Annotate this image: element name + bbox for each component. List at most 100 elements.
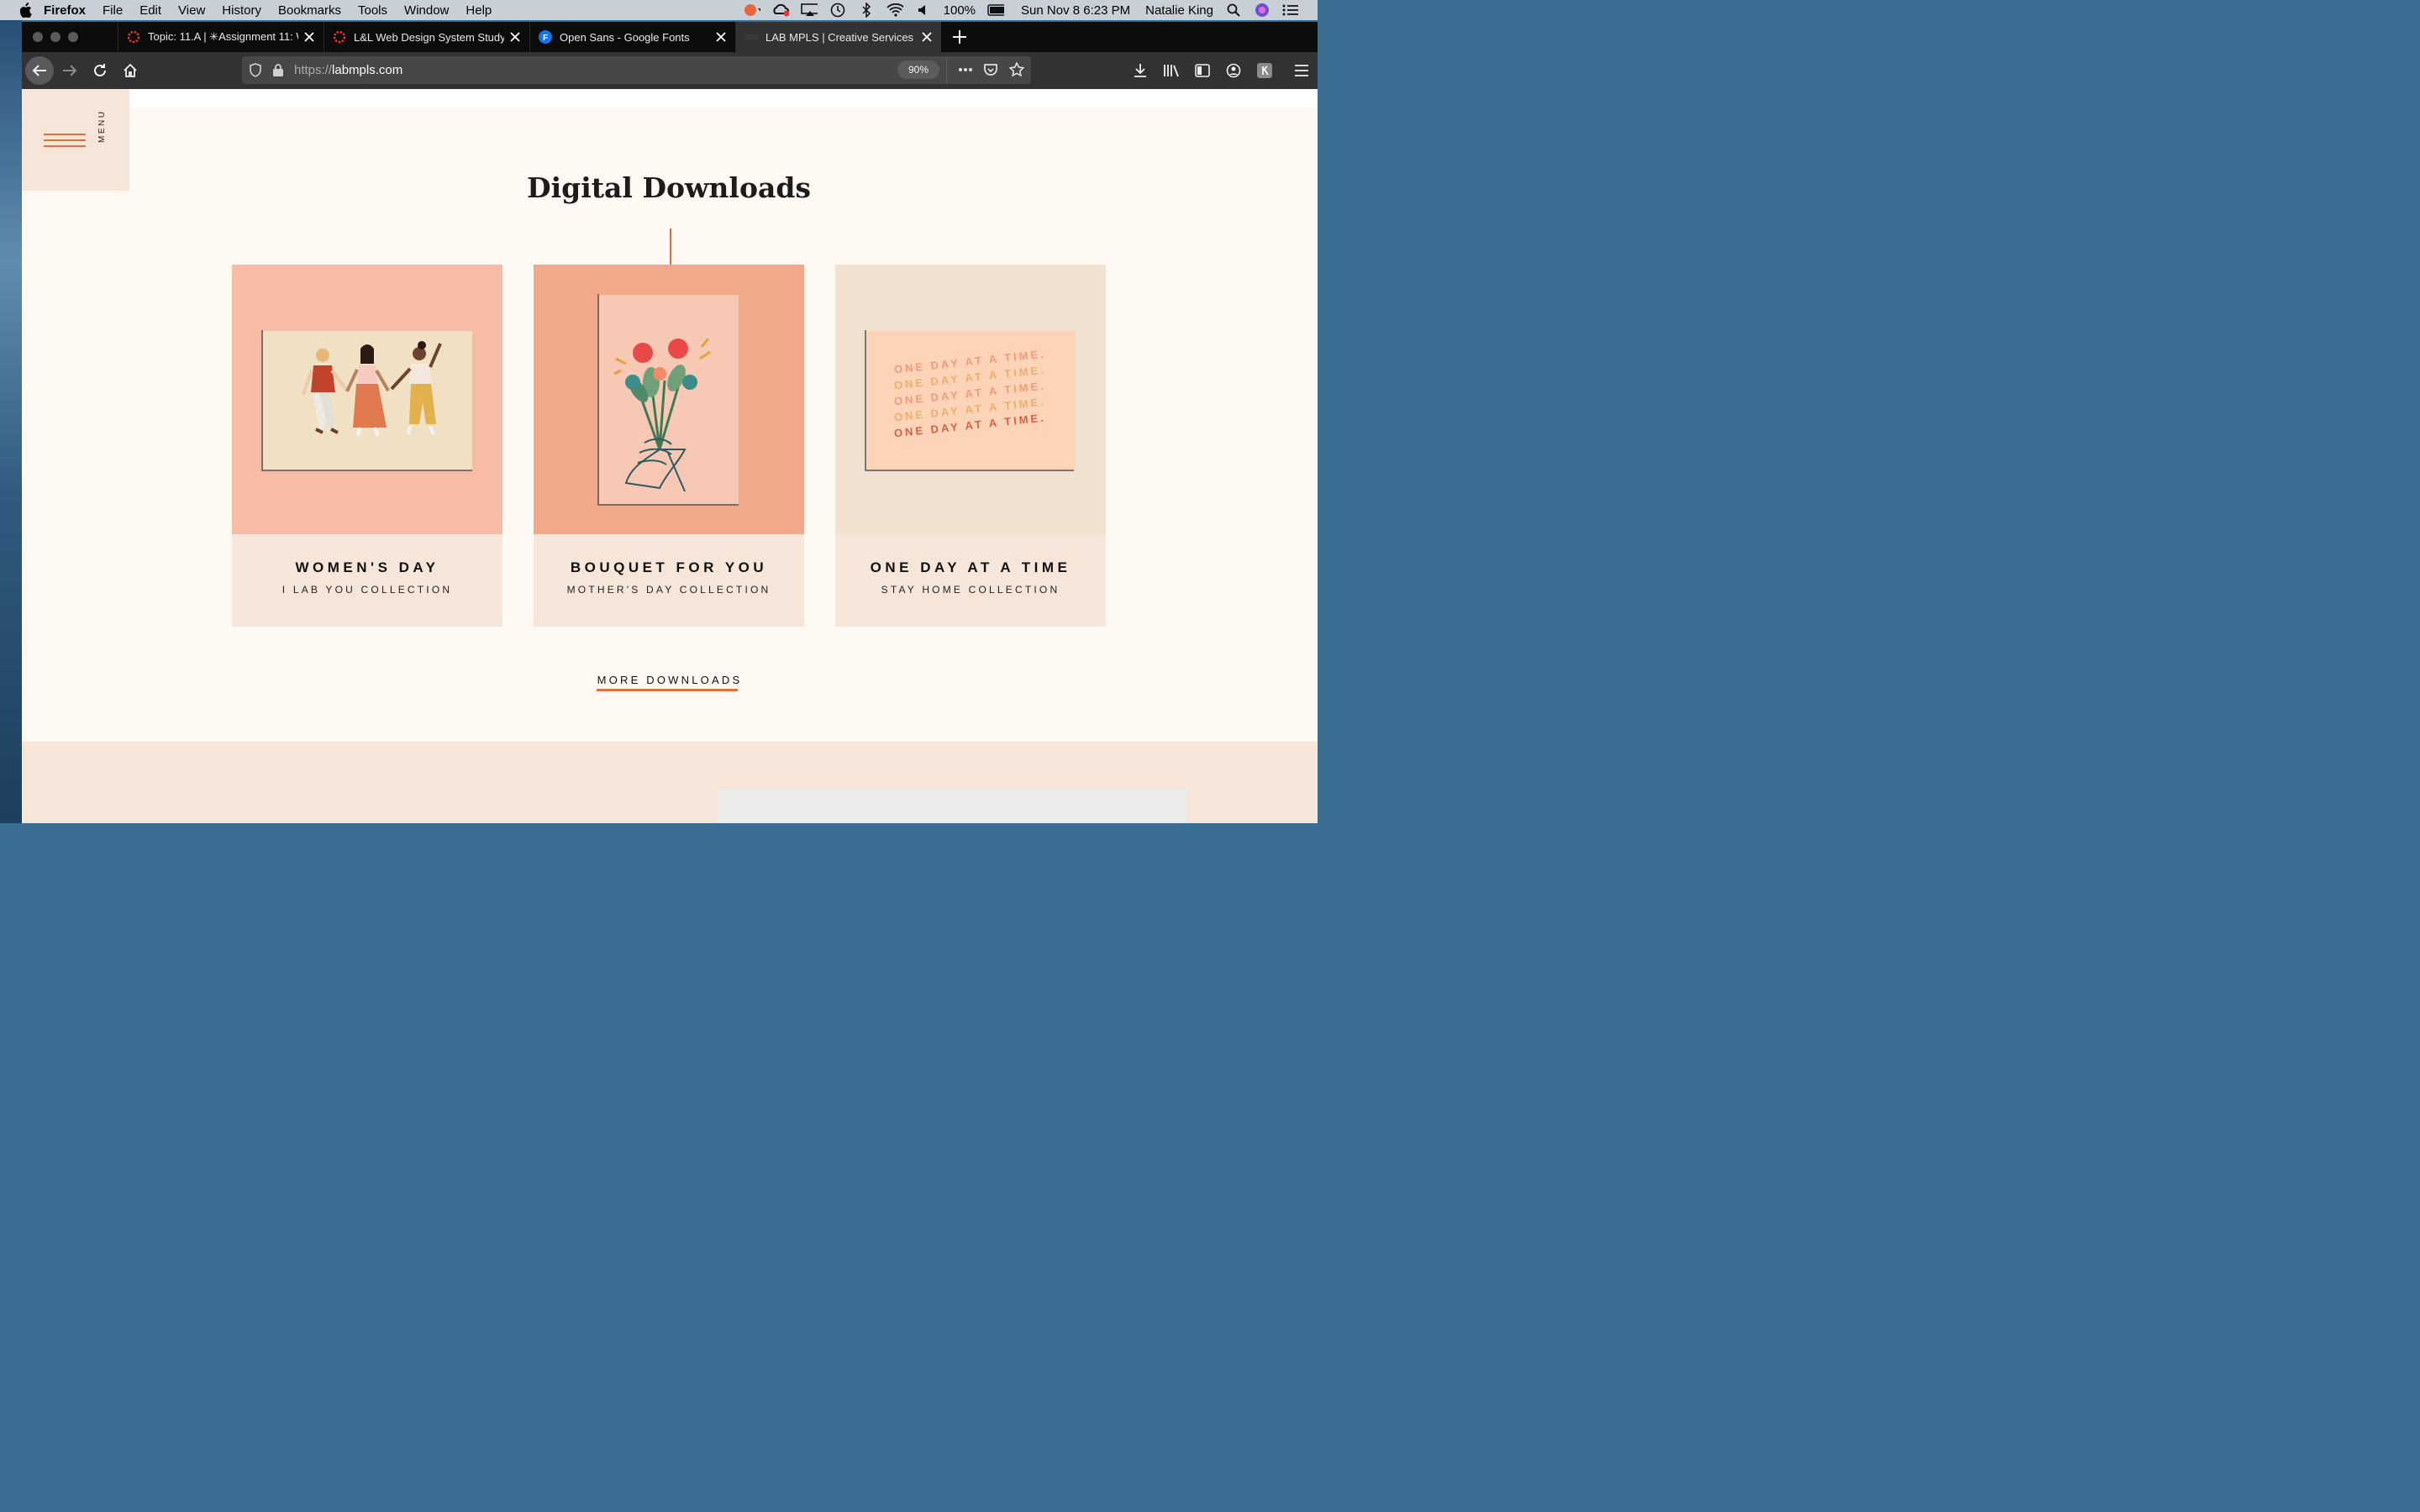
account-button[interactable] [1219,56,1248,85]
creative-cloud-icon[interactable] [772,3,789,17]
close-tab-icon[interactable] [509,31,521,43]
tab-strip: Topic: 11.A | ✳Assignment 11: W L&L Web … [22,22,1318,52]
arrow-left-icon [32,65,46,76]
card-artwork [232,265,502,534]
user-name[interactable]: Natalie King [1145,3,1213,18]
battery-percent: 100% [943,3,976,18]
desktop-wallpaper [0,20,22,823]
card-subtitle: I LAB YOU COLLECTION [281,584,453,596]
card-caption: BOUQUET FOR YOU MOTHER'S DAY COLLECTION [534,534,804,627]
menu-tools[interactable]: Tools [358,3,387,18]
card-title: BOUQUET FOR YOU [570,559,768,575]
menu-help[interactable]: Help [466,3,492,18]
zoom-level-badge[interactable]: 90% [897,60,939,79]
svg-text:F: F [543,34,548,43]
bookmark-star-icon[interactable] [1009,62,1024,77]
download-card-bouquet[interactable]: BOUQUET FOR YOU MOTHER'S DAY COLLECTION [534,265,804,627]
download-card-womens-day[interactable]: WOMEN'S DAY I LAB YOU COLLECTION [232,265,502,627]
card-subtitle: MOTHER'S DAY COLLECTION [566,584,771,596]
volume-icon[interactable] [915,3,932,17]
section-title: Digital Downloads [526,171,812,204]
card-artwork [534,265,804,534]
more-actions-icon[interactable] [958,66,973,74]
lab-icon [744,34,758,39]
tab-title: LAB MPLS | Creative Services | [765,30,916,44]
home-icon [124,63,137,77]
tab-web-design-study[interactable]: L&L Web Design System Study [324,22,529,52]
extension-status-icon[interactable] [744,3,760,17]
card-caption: ONE DAY AT A TIME STAY HOME COLLECTION [835,534,1106,627]
toolbar-right [1123,52,1318,89]
card-artwork: ONE DAY AT A TIME. ONE DAY AT A TIME. ON… [835,265,1106,534]
hamburger-icon [1295,65,1308,76]
reload-button[interactable] [86,56,114,85]
close-tab-icon[interactable] [921,31,933,43]
url-host: labmpls.com [332,63,403,77]
bouquet-illustration [597,294,739,506]
menu-bookmarks[interactable]: Bookmarks [278,3,341,18]
os-menubar: Firefox File Edit View History Bookmarks… [0,0,1318,20]
menu-file[interactable]: File [103,3,123,18]
clock[interactable]: Sun Nov 8 6:23 PM [1021,3,1130,18]
one-day-at-a-time-illustration: ONE DAY AT A TIME. ONE DAY AT A TIME. ON… [865,330,1076,471]
home-button[interactable] [116,56,145,85]
canvas-icon [333,30,346,44]
battery-icon[interactable] [987,3,1005,17]
next-section-placeholder [717,789,1187,823]
forward-button[interactable] [55,56,84,85]
tab-lab-mpls[interactable]: LAB MPLS | Creative Services | [735,22,941,52]
card-subtitle: STAY HOME COLLECTION [881,584,1060,596]
menu-edit[interactable]: Edit [139,3,161,18]
menu-history[interactable]: History [222,3,261,18]
womens-day-illustration [261,330,472,471]
library-icon [1164,65,1179,77]
url-scheme: https:// [294,63,333,77]
new-tab-button[interactable] [941,22,978,52]
close-tab-icon[interactable] [303,31,315,43]
apple-icon[interactable] [18,3,34,18]
close-tab-icon[interactable] [715,31,727,43]
download-icon [1134,64,1146,77]
arrow-right-icon [63,65,77,76]
bluetooth-icon[interactable] [858,3,875,18]
siri-icon[interactable] [1254,3,1270,17]
window-controls [22,22,118,52]
menu-label: MENU [97,109,107,143]
extension-icon [1257,63,1272,78]
download-card-one-day[interactable]: ONE DAY AT A TIME. ONE DAY AT A TIME. ON… [835,265,1106,627]
menu-window[interactable]: Window [404,3,449,18]
sidebar-icon [1195,64,1210,77]
time-machine-icon[interactable] [829,3,846,18]
wifi-icon[interactable] [886,3,903,17]
link-underline [597,689,738,691]
sidebar-button[interactable] [1188,56,1217,85]
lock-icon[interactable] [272,63,284,77]
extension-button[interactable] [1250,56,1279,85]
tab-google-fonts[interactable]: F Open Sans - Google Fonts [529,22,735,52]
pocket-icon[interactable] [983,62,998,77]
site-menu-button[interactable]: MENU [22,89,129,191]
back-button[interactable] [25,56,54,85]
menu-view[interactable]: View [178,3,205,18]
app-menu-button[interactable] [1287,56,1316,85]
google-fonts-icon: F [539,30,552,44]
tab-topic-assignment[interactable]: Topic: 11.A | ✳Assignment 11: W [118,22,324,52]
close-window-button[interactable] [33,32,43,42]
zoom-window-button[interactable] [68,32,78,42]
tab-title: L&L Web Design System Study [354,30,504,44]
notification-center-icon[interactable] [1282,3,1299,17]
tab-title: Topic: 11.A | ✳Assignment 11: W [148,30,298,43]
account-icon [1226,63,1241,78]
address-bar[interactable]: https://labmpls.com 90% [242,56,1031,84]
spotlight-search-icon[interactable] [1225,3,1242,17]
address-divider [946,56,947,84]
airplay-icon[interactable] [800,3,818,17]
more-downloads-link[interactable]: MORE DOWNLOADS [560,674,780,686]
navigation-toolbar: https://labmpls.com 90% [22,52,1318,89]
app-menu-firefox[interactable]: Firefox [44,3,86,18]
downloads-button[interactable] [1126,56,1155,85]
plus-icon [953,30,966,44]
library-button[interactable] [1157,56,1186,85]
shield-icon[interactable] [249,63,262,77]
minimize-window-button[interactable] [50,32,60,42]
